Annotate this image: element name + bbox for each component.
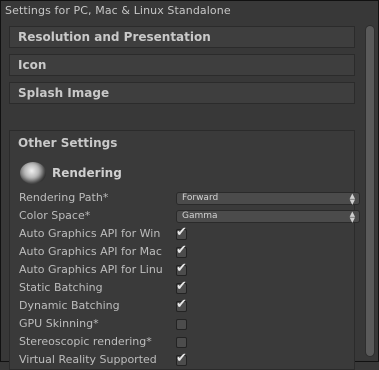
auto-graphics-api-win-row: Auto Graphics API for Win ✔ [19,226,359,244]
section-other-settings: Other Settings Rendering Rendering Path*… [9,130,360,370]
section-icon[interactable]: Icon [9,54,355,76]
checkmark-icon: ✔ [176,243,187,258]
color-space-select[interactable]: Gamma ▲ ▼ [176,210,360,223]
up-down-arrows-icon: ▲ ▼ [349,191,355,206]
rendering-sphere-icon [20,162,46,184]
virtual-reality-supported-row: Virtual Reality Supported ✔ [19,352,359,370]
color-space-label: Color Space* [19,209,91,222]
dynamic-batching-checkbox[interactable]: ✔ [176,297,187,312]
stereoscopic-rendering-label: Stereoscopic rendering* [19,335,152,348]
rendering-path-label: Rendering Path* [19,191,109,204]
auto-graphics-api-win-label: Auto Graphics API for Win [19,227,161,240]
section-label: Icon [18,58,47,72]
virtual-reality-supported-checkbox[interactable]: ✔ [176,351,187,366]
window-title: Settings for PC, Mac & Linux Standalone [5,4,231,17]
checkmark-icon: ✔ [176,225,187,240]
virtual-reality-supported-label: Virtual Reality Supported [19,353,157,366]
auto-graphics-api-mac-checkbox[interactable]: ✔ [176,243,187,258]
static-batching-row: Static Batching ✔ [19,280,359,298]
section-resolution-and-presentation[interactable]: Resolution and Presentation [9,26,355,48]
color-space-row: Color Space* Gamma ▲ ▼ [19,208,360,226]
gpu-skinning-checkbox[interactable] [176,319,187,330]
rendering-group: Rendering [20,160,122,186]
auto-graphics-api-linux-checkbox[interactable]: ✔ [176,261,187,276]
rendering-path-value: Forward [182,193,219,203]
settings-window: Settings for PC, Mac & Linux Standalone … [0,0,379,370]
checkmark-icon: ✔ [176,261,187,276]
up-down-arrows-icon: ▲ ▼ [349,209,355,224]
dynamic-batching-row: Dynamic Batching ✔ [19,298,359,316]
rendering-path-row: Rendering Path* Forward ▲ ▼ [19,190,360,208]
auto-graphics-api-win-checkbox[interactable]: ✔ [176,225,187,240]
checkmark-icon: ✔ [176,297,187,312]
scrollbar-thumb[interactable] [366,26,374,356]
section-splash-image[interactable]: Splash Image [9,82,355,104]
auto-graphics-api-mac-label: Auto Graphics API for Mac [19,245,162,258]
stereoscopic-rendering-checkbox[interactable] [176,337,187,348]
auto-graphics-api-mac-row: Auto Graphics API for Mac ✔ [19,244,359,262]
auto-graphics-api-linux-label: Auto Graphics API for Linu [19,263,163,276]
dynamic-batching-label: Dynamic Batching [19,299,120,312]
gpu-skinning-label: GPU Skinning* [19,317,99,330]
color-space-value: Gamma [182,211,218,221]
section-label: Resolution and Presentation [18,30,211,44]
rendering-label: Rendering [52,166,122,180]
rendering-path-select[interactable]: Forward ▲ ▼ [176,192,360,205]
section-label: Splash Image [18,86,110,100]
static-batching-checkbox[interactable]: ✔ [176,279,187,294]
settings-content: Resolution and Presentation Icon Splash … [9,23,360,370]
checkmark-icon: ✔ [176,351,187,366]
checkmark-icon: ✔ [176,279,187,294]
auto-graphics-api-linux-row: Auto Graphics API for Linu ✔ [19,262,359,280]
other-settings-title[interactable]: Other Settings [18,136,117,150]
gpu-skinning-row: GPU Skinning* [19,316,359,334]
vertical-scrollbar[interactable] [365,25,375,357]
stereoscopic-rendering-row: Stereoscopic rendering* [19,334,359,352]
static-batching-label: Static Batching [19,281,103,294]
